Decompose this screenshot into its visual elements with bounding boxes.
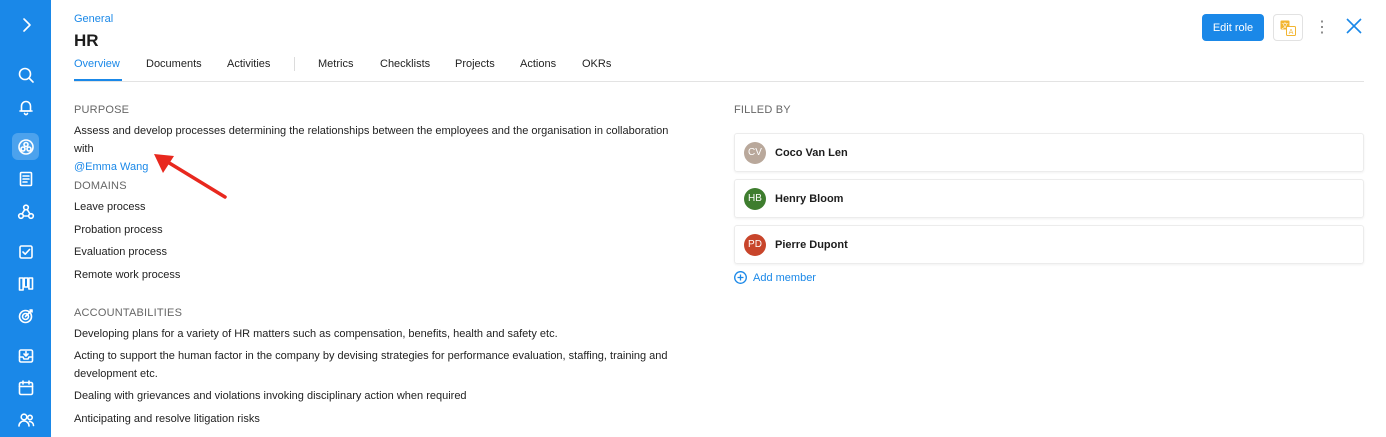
domain-item[interactable]: Probation process	[74, 221, 163, 239]
avatar: CV	[744, 141, 766, 164]
domain-item[interactable]: Remote work process	[74, 266, 180, 284]
accountability-item: Acting to support the human factor in th…	[74, 350, 668, 380]
add-member-label: Add member	[753, 271, 816, 284]
page-title: HR	[74, 31, 99, 50]
avatar: PD	[744, 233, 766, 256]
purpose-label: PURPOSE	[74, 104, 130, 116]
edit-role-button[interactable]: Edit role	[1202, 14, 1264, 41]
tab-overview[interactable]: Overview	[74, 58, 120, 70]
tab-divider	[294, 57, 295, 71]
member-card[interactable]: HB Henry Bloom	[734, 179, 1364, 218]
filled-by-label: FILLED BY	[734, 104, 791, 116]
avatar: HB	[744, 187, 766, 210]
users-icon[interactable]	[12, 406, 39, 433]
tab-projects[interactable]: Projects	[455, 58, 495, 70]
roles-icon[interactable]	[12, 133, 39, 160]
breadcrumb[interactable]: General	[74, 13, 113, 25]
tab-actions[interactable]: Actions	[520, 58, 556, 70]
kanban-icon[interactable]	[12, 270, 39, 297]
member-name: Pierre Dupont	[775, 238, 848, 251]
svg-text:A: A	[1289, 27, 1294, 35]
mention-link[interactable]: @Emma Wang	[74, 161, 148, 173]
search-icon[interactable]	[12, 61, 39, 88]
domain-item[interactable]: Evaluation process	[74, 243, 167, 261]
accountability-item: Dealing with grievances and violations i…	[74, 390, 467, 402]
tab-metrics[interactable]: Metrics	[318, 58, 353, 70]
translate-button[interactable]: 文 A	[1273, 14, 1303, 41]
active-tab-indicator	[74, 79, 122, 81]
tab-documents[interactable]: Documents	[146, 58, 202, 70]
member-card[interactable]: PD Pierre Dupont	[734, 225, 1364, 264]
member-name: Henry Bloom	[775, 192, 844, 205]
sidebar	[0, 0, 51, 437]
member-name: Coco Van Len	[775, 146, 848, 159]
document-icon[interactable]	[12, 165, 39, 192]
tab-okrs[interactable]: OKRs	[582, 58, 611, 70]
plus-circle-icon	[734, 271, 747, 284]
calendar-icon[interactable]	[12, 374, 39, 401]
tab-checklists[interactable]: Checklists	[380, 58, 430, 70]
checklist-icon[interactable]	[12, 238, 39, 265]
accountability-item: Anticipating and resolve litigation risk…	[74, 413, 260, 425]
tab-bar: Overview Documents Activities Metrics Ch…	[74, 56, 1364, 82]
domain-item[interactable]: Leave process	[74, 198, 146, 216]
network-icon[interactable]	[12, 198, 39, 225]
member-card[interactable]: CV Coco Van Len	[734, 133, 1364, 172]
domains-label: DOMAINS	[74, 180, 127, 192]
add-member-button[interactable]: Add member	[734, 271, 816, 284]
bell-icon[interactable]	[12, 93, 39, 120]
translate-icon: 文 A	[1280, 20, 1296, 36]
accountabilities-label: ACCOUNTABILITIES	[74, 307, 183, 319]
more-options-button[interactable]: ⋮	[1314, 16, 1330, 38]
chevron-right-icon[interactable]	[12, 11, 39, 38]
accountability-item: Developing plans for a variety of HR mat…	[74, 328, 558, 340]
tab-activities[interactable]: Activities	[227, 58, 270, 70]
inbox-icon[interactable]	[12, 342, 39, 369]
annotation-arrow	[154, 154, 227, 199]
close-icon[interactable]	[1344, 16, 1366, 38]
target-icon[interactable]	[12, 302, 39, 329]
